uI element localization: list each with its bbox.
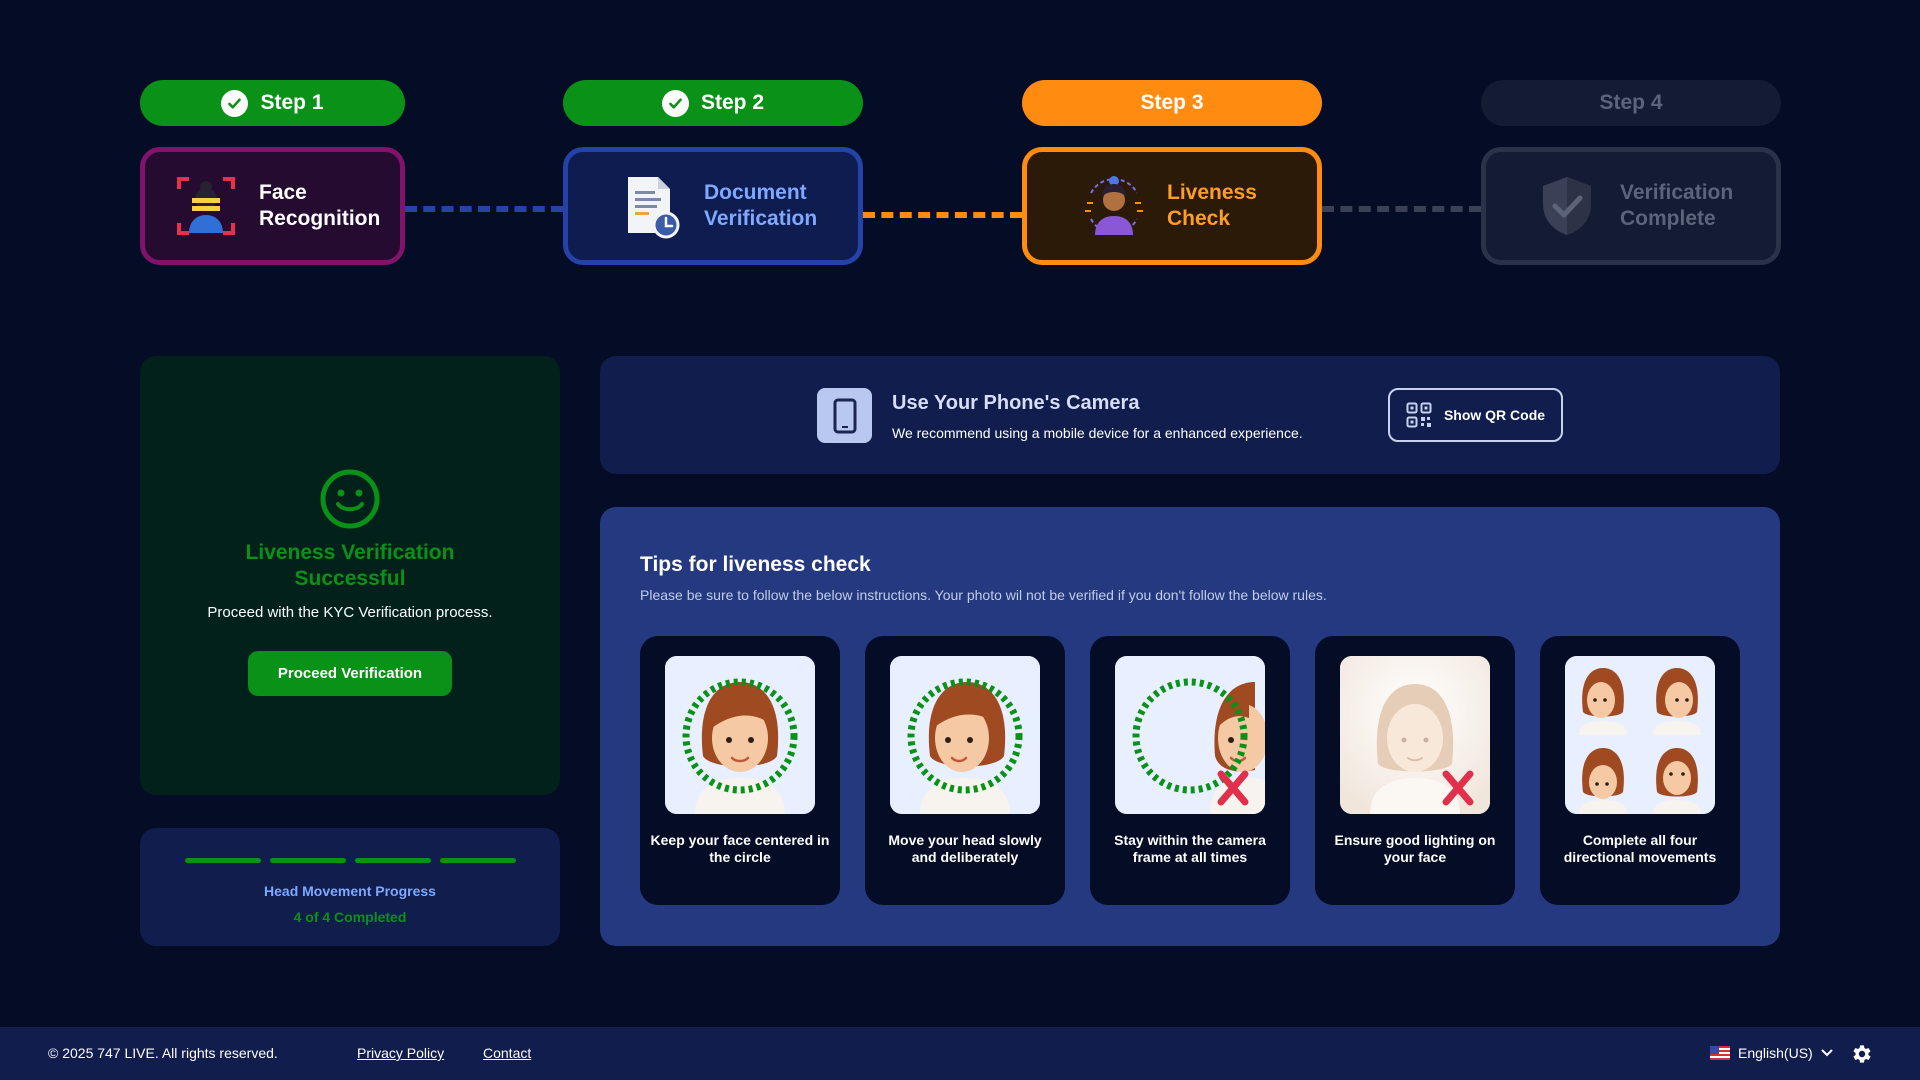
tip-label: Ensure good lighting on your face [1334,832,1496,865]
head-movement-progress-panel: Head Movement Progress 4 of 4 Completed [140,828,560,946]
step-2-title: Document Verification [704,181,818,230]
us-flag-icon [1710,1046,1730,1060]
step-1-pill: Step 1 [140,80,405,126]
progress-title: Head Movement Progress [264,883,436,899]
copyright-text: © 2025 747 LIVE. All rights reserved. [48,1045,278,1061]
out-of-frame-illustration [1115,656,1265,814]
step-3-title: Liveness Check [1167,181,1257,230]
tip-card-centered: Keep your face centered in the circle [640,636,840,905]
tip-label: Stay within the camera frame at all time… [1114,832,1266,865]
tip-label: Move your head slowly and deliberately [888,832,1042,865]
tip-card-four-directions: Complete all four directional movements [1540,636,1740,905]
check-circle-icon [221,89,249,117]
progress-segment [269,858,346,863]
overexposed-face-illustration [1340,656,1490,814]
privacy-policy-link[interactable]: Privacy Policy [357,1045,444,1061]
liveness-tips-panel: Tips for liveness check Please be sure t… [600,507,1780,946]
success-title: Liveness Verification Successful [245,541,455,590]
proceed-verification-button[interactable]: Proceed Verification [248,651,452,696]
step-4-pill: Step 4 [1481,80,1781,126]
tip-label: Complete all four directional movements [1563,832,1717,865]
progress-stepper: Step 1 Face Recognition Step 2 Document … [0,0,1920,280]
phone-camera-title: Use Your Phone's Camera [892,392,1140,414]
settings-gear-icon[interactable] [1849,1042,1873,1066]
step-3-pill: Step 3 [1022,80,1322,126]
step-4-title: Verification Complete [1620,181,1734,230]
phone-camera-panel: Use Your Phone's Camera We recommend usi… [600,356,1780,474]
tip-card-good-lighting: Ensure good lighting on your face [1315,636,1515,905]
liveness-person-icon [1085,176,1143,235]
progress-count: 4 of 4 Completed [293,909,407,925]
tip-card-stay-in-frame: Stay within the camera frame at all time… [1090,636,1290,905]
step-connector-3-4 [1322,206,1481,212]
step-face-recognition[interactable]: Step 1 Face Recognition [140,80,405,265]
tips-subtitle: Please be sure to follow the below instr… [640,587,1327,603]
progress-segment [184,858,261,863]
face-centered-illustration [665,656,815,814]
shield-check-icon [1543,177,1591,235]
face-scan-icon [177,177,235,235]
step-2-card: Document Verification [563,147,863,265]
success-subtitle: Proceed with the KYC Verification proces… [207,604,493,621]
step-2-label: Step 2 [700,91,765,114]
tip-label: Keep your face centered in the circle [650,832,830,865]
step-1-label: Step 1 [260,91,324,114]
chevron-down-icon [1821,1049,1833,1057]
step-3-card: Liveness Check [1022,147,1322,265]
smiley-face-icon [320,469,380,529]
tip-card-head-movement: Move your head slowly and deliberately [865,636,1065,905]
language-label: English(US) [1738,1045,1813,1061]
head-movement-illustration [890,656,1040,814]
tips-title: Tips for liveness check [640,553,871,576]
show-qr-code-label: Show QR Code [1443,407,1546,423]
check-circle-icon [661,89,689,117]
four-directions-illustration [1565,656,1715,814]
step-1-title: Face Recognition [259,181,381,230]
footer: © 2025 747 LIVE. All rights reserved. Pr… [0,1027,1920,1080]
progress-segment [439,858,516,863]
language-selector[interactable]: English(US) [1710,1042,1833,1064]
step-1-card: Face Recognition [140,147,405,265]
phone-camera-subtitle: We recommend using a mobile device for a… [892,425,1303,441]
liveness-success-panel: Liveness Verification Successful Proceed… [140,356,560,795]
document-clock-icon [628,177,680,239]
progress-bars [184,858,516,863]
step-connector-1-2 [405,206,563,212]
qr-code-icon [1406,402,1432,428]
step-4-label: Step 4 [1599,91,1663,114]
step-liveness-check[interactable]: Step 3 Liveness Check [1022,80,1322,265]
progress-segment [354,858,431,863]
step-2-pill: Step 2 [563,80,863,126]
step-document-verification[interactable]: Step 2 Document Verification [563,80,863,265]
contact-link[interactable]: Contact [483,1045,531,1061]
step-3-label: Step 3 [1140,91,1204,114]
step-verification-complete[interactable]: Step 4 Verification Complete [1481,80,1781,265]
step-connector-2-3 [863,212,1022,218]
step-4-card: Verification Complete [1481,147,1781,265]
show-qr-code-button[interactable]: Show QR Code [1388,388,1563,442]
mobile-phone-icon [817,388,872,443]
